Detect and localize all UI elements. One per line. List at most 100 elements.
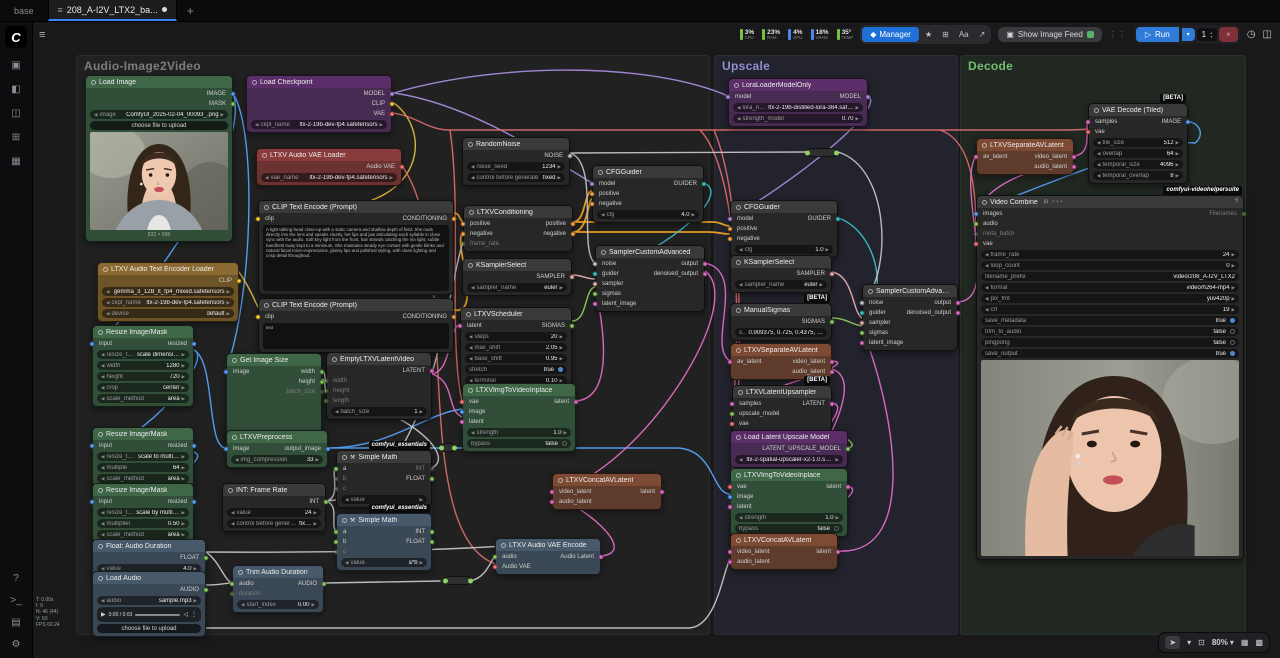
widget-resize_type[interactable]: ◀resize_typescale to multiple▶ — [97, 452, 189, 461]
input-dot-c[interactable] — [334, 550, 339, 555]
node-simple-math-2[interactable]: ⚒Simple Mathcomfyui_essentialsaINTbFLOAT… — [336, 513, 432, 571]
collapse-dot-icon[interactable] — [342, 455, 347, 460]
input-dot-duration[interactable] — [230, 592, 235, 597]
node-header[interactable]: EmptyLTXVLatentVideo — [327, 353, 431, 365]
node-ltxv-separate-av-latent-2[interactable]: LTXVSeparateAVLatentav_latentvideo_laten… — [976, 138, 1074, 175]
increment-arrow-icon[interactable]: ▶ — [1232, 296, 1235, 302]
node-header[interactable]: LTXVConditioning — [464, 206, 572, 218]
output-dot-SIGMAS[interactable] — [830, 320, 835, 325]
input-slot-sigmas[interactable]: sigmas — [602, 291, 621, 297]
output-dot-MASK[interactable] — [231, 102, 236, 107]
output-dot-output[interactable] — [956, 301, 961, 306]
widget-value[interactable]: ◀value24▶ — [227, 508, 321, 517]
collapse-dot-icon[interactable] — [252, 80, 257, 85]
audio-player[interactable]: ▶0:00 / 0:03◁⋮ — [97, 607, 201, 622]
widget-crf[interactable]: ◀crf19▶ — [981, 305, 1239, 314]
increment-arrow-icon[interactable]: ▶ — [856, 116, 859, 122]
output-dot-LATENT_UPSCALE_MODEL[interactable] — [846, 447, 851, 452]
increment-arrow-icon[interactable]: ▶ — [560, 285, 563, 291]
increment-arrow-icon[interactable]: ▶ — [820, 282, 823, 288]
input-slot-video_latent[interactable]: video_latent — [737, 549, 769, 555]
output-dot-Audio Latent[interactable] — [599, 555, 604, 560]
input-dot-input[interactable] — [90, 500, 95, 505]
node-header[interactable]: ⚒Simple Math — [337, 514, 431, 526]
logs-icon[interactable]: ▤ — [11, 617, 20, 628]
node-ltxv-scheduler[interactable]: LTXVSchedulerlatentSIGMAS◀steps20▶◀max_s… — [460, 307, 572, 389]
zoom-level[interactable]: 80%▾ — [1212, 638, 1234, 647]
output-dot-resized[interactable] — [192, 444, 197, 449]
node-ltxv-preprocess[interactable]: LTXVPreprocessimageoutput_image◀img_comp… — [226, 430, 328, 468]
node-ltxv-concat-av-latent-2[interactable]: LTXVConcatAVLatentvideo_latentlatentaudi… — [730, 533, 838, 570]
increment-arrow-icon[interactable]: ▶ — [1232, 307, 1235, 313]
input-slot-vae[interactable]: vae — [737, 484, 747, 490]
increment-arrow-icon[interactable]: ▶ — [564, 430, 567, 436]
input-dot-a[interactable] — [334, 467, 339, 472]
input-dot-latent[interactable] — [460, 420, 465, 425]
increment-arrow-icon[interactable]: ▶ — [560, 334, 563, 340]
node-ltxv-img-to-video-inplace-2[interactable]: LTXVImgToVideoInplacevaelatentimagelaten… — [730, 468, 848, 537]
widget-sampler_name[interactable]: ◀sampler_nameeuler▶ — [735, 280, 827, 289]
output-slot-width[interactable]: width — [301, 369, 315, 375]
output-slot-audio_latent[interactable]: audio_latent — [792, 369, 825, 375]
input-slot-a[interactable]: a — [343, 529, 346, 535]
increment-arrow-icon[interactable]: ▶ — [420, 409, 423, 415]
output-slot-Audio VAE[interactable]: Audio VAE — [366, 164, 395, 170]
node-header[interactable]: KSamplerSelect — [731, 256, 831, 268]
seek-bar[interactable] — [135, 614, 180, 616]
queue-history-button[interactable]: ◷ — [1247, 29, 1256, 40]
upload-button[interactable]: choose file to upload — [90, 121, 228, 130]
node-load-checkpoint[interactable]: Load CheckpointMODELCLIPVAE◀ckpt_nameltx… — [246, 75, 392, 133]
input-dot-Audio VAE[interactable] — [493, 565, 498, 570]
decrement-arrow-icon[interactable]: ◀ — [101, 454, 104, 460]
output-slot-SIGMAS[interactable]: SIGMAS — [542, 323, 565, 329]
widget-resize_type[interactable]: ◀resize_typescale dimensions▶ — [97, 350, 189, 359]
node-header[interactable]: Load Audio — [93, 572, 205, 584]
reroute-out-dot[interactable] — [468, 578, 473, 583]
collapse-dot-icon[interactable] — [868, 289, 873, 294]
toggle-icon[interactable] — [562, 441, 567, 446]
widget-device[interactable]: ◀devicedefault▶ — [102, 309, 234, 318]
decrement-arrow-icon[interactable]: ◀ — [471, 285, 474, 291]
favorites-star-icon[interactable]: ★ — [921, 30, 936, 39]
decrement-arrow-icon[interactable]: ◀ — [469, 356, 472, 362]
collapse-dot-icon[interactable] — [501, 543, 506, 548]
output-slot-GUIDER[interactable]: GUIDER — [808, 216, 831, 222]
widget-filename_prefix[interactable]: filename_prefixvideo/208_A-I2V_LTX2 — [981, 272, 1239, 281]
input-dot-sampler[interactable] — [860, 321, 865, 326]
widget-control before generate[interactable]: ◀control before generatefixed▶ — [227, 519, 321, 528]
decrement-arrow-icon[interactable]: ◀ — [985, 285, 988, 291]
input-dot-length[interactable] — [324, 399, 329, 404]
collapse-dot-icon[interactable] — [736, 473, 741, 478]
input-slot-sampler[interactable]: sampler — [602, 281, 623, 287]
increment-arrow-icon[interactable]: ▶ — [314, 510, 317, 516]
output-dot-MODEL[interactable] — [866, 95, 871, 100]
output-slot-IMAGE[interactable]: IMAGE — [1162, 119, 1181, 125]
input-dot-images[interactable] — [974, 212, 979, 217]
node-random-noise[interactable]: RandomNoiseNOISE◀noise_seed1234▶◀control… — [462, 137, 570, 186]
input-dot-latent[interactable] — [728, 505, 733, 510]
input-dot-positive[interactable] — [590, 192, 595, 197]
input-dot-sigmas[interactable] — [593, 292, 598, 297]
decrement-arrow-icon[interactable]: ◀ — [101, 374, 104, 380]
output-slot-output[interactable]: output — [681, 261, 698, 267]
collapse-dot-icon[interactable] — [736, 205, 741, 210]
increment-arrow-icon[interactable]: ▶ — [194, 598, 197, 604]
input-slot-width[interactable]: width — [333, 378, 347, 384]
output-dot-GUIDER[interactable] — [702, 182, 707, 187]
decrement-arrow-icon[interactable]: ◀ — [94, 112, 97, 118]
input-slot-positive[interactable]: positive — [599, 191, 619, 197]
input-slot-video_latent[interactable]: video_latent — [559, 489, 591, 495]
input-dot-samples[interactable] — [730, 402, 735, 407]
increment-arrow-icon[interactable]: ▶ — [420, 560, 423, 566]
output-dot-SIGMAS[interactable] — [570, 324, 575, 329]
output-dot-LATENT[interactable] — [830, 402, 835, 407]
output-slot-denoised_output[interactable]: denoised_output — [654, 271, 698, 277]
toggle-icon[interactable] — [1230, 351, 1235, 356]
increment-arrow-icon[interactable]: ▶ — [1176, 140, 1179, 146]
pointer-dropdown-icon[interactable]: ▾ — [1187, 638, 1191, 647]
output-dot-latent[interactable] — [660, 490, 665, 495]
text-widget[interactable]: text — [263, 323, 449, 349]
output-dot-CONDITIONING[interactable] — [452, 315, 457, 320]
fit-view-button[interactable]: ⊡ — [1198, 638, 1205, 647]
input-dot-video_latent[interactable] — [550, 490, 555, 495]
